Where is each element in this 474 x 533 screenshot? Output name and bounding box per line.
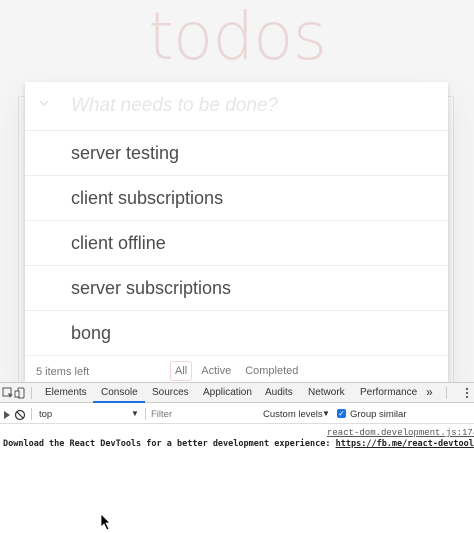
filter-links: All Active Completed (170, 361, 303, 381)
tabbar-divider (446, 387, 447, 399)
devtools-panel: Elements Console Sources Application Aud… (0, 382, 474, 533)
new-todo-row (25, 82, 448, 131)
todo-label[interactable]: client subscriptions (71, 188, 223, 209)
message-url-link[interactable]: https://fb.me/react-devtools (336, 439, 474, 449)
todo-label[interactable]: client offline (71, 233, 166, 254)
todo-item[interactable]: server testing (25, 131, 448, 176)
tab-performance[interactable]: Performance (360, 387, 417, 398)
tab-console[interactable]: Console (101, 387, 138, 398)
more-options-icon[interactable] (461, 386, 473, 399)
message-text: Download the React DevTools for a better… (3, 439, 336, 449)
group-similar-label[interactable]: Group similar (350, 409, 407, 420)
todo-list: server testing client subscriptions clie… (25, 131, 448, 356)
screen: todos server testing client subscription… (0, 0, 474, 533)
message-source-link[interactable]: react-dom.development.js:1741 (327, 428, 474, 438)
filter-all[interactable]: All (170, 361, 193, 381)
toolbar-divider (31, 408, 32, 420)
console-toolbar: top ▼ Custom levels ▼ ✓ Group similar (0, 404, 474, 424)
sidebar-toggle-icon[interactable] (2, 408, 14, 420)
clear-console-icon[interactable] (14, 408, 26, 421)
filter-active[interactable]: Active (196, 361, 236, 381)
tab-elements[interactable]: Elements (45, 387, 87, 398)
tab-sources[interactable]: Sources (152, 387, 189, 398)
todo-app-card: server testing client subscriptions clie… (25, 82, 448, 384)
todo-item[interactable]: client offline (25, 221, 448, 266)
context-dropdown-icon[interactable]: ▼ (131, 409, 139, 418)
console-message: Download the React DevTools for a better… (3, 439, 474, 449)
items-left-count: 5 items left (36, 366, 90, 378)
todo-label[interactable]: bong (71, 323, 111, 344)
toolbar-divider (145, 408, 146, 420)
tab-network[interactable]: Network (308, 387, 345, 398)
tab-audits[interactable]: Audits (265, 387, 293, 398)
context-selector[interactable]: top (39, 409, 52, 420)
active-tab-indicator (93, 401, 145, 403)
devtools-tabbar: Elements Console Sources Application Aud… (0, 383, 474, 403)
todo-item[interactable]: bong (25, 311, 448, 356)
device-toolbar-icon[interactable] (14, 386, 26, 399)
tab-application[interactable]: Application (203, 387, 252, 398)
console-filter-input[interactable] (151, 408, 251, 420)
todo-item[interactable]: server subscriptions (25, 266, 448, 311)
todo-footer: 5 items left All Active Completed (25, 357, 448, 384)
todo-label[interactable]: server subscriptions (71, 278, 231, 299)
app-title: todos (148, 0, 327, 75)
more-tabs-icon[interactable]: » (426, 385, 433, 399)
toggle-all-chevron-icon[interactable] (37, 96, 51, 110)
new-todo-input[interactable] (71, 90, 441, 122)
inspect-element-icon[interactable] (2, 386, 14, 398)
levels-dropdown-icon[interactable]: ▼ (322, 409, 330, 418)
group-similar-checkbox[interactable]: ✓ (337, 409, 346, 418)
tabbar-divider (31, 387, 32, 399)
todo-label[interactable]: server testing (71, 143, 179, 164)
console-output: react-dom.development.js:1741 Download t… (0, 425, 474, 533)
log-levels-dropdown[interactable]: Custom levels (263, 409, 323, 420)
todo-item[interactable]: client subscriptions (25, 176, 448, 221)
mouse-pointer-icon (100, 513, 112, 531)
filter-completed[interactable]: Completed (240, 361, 303, 381)
